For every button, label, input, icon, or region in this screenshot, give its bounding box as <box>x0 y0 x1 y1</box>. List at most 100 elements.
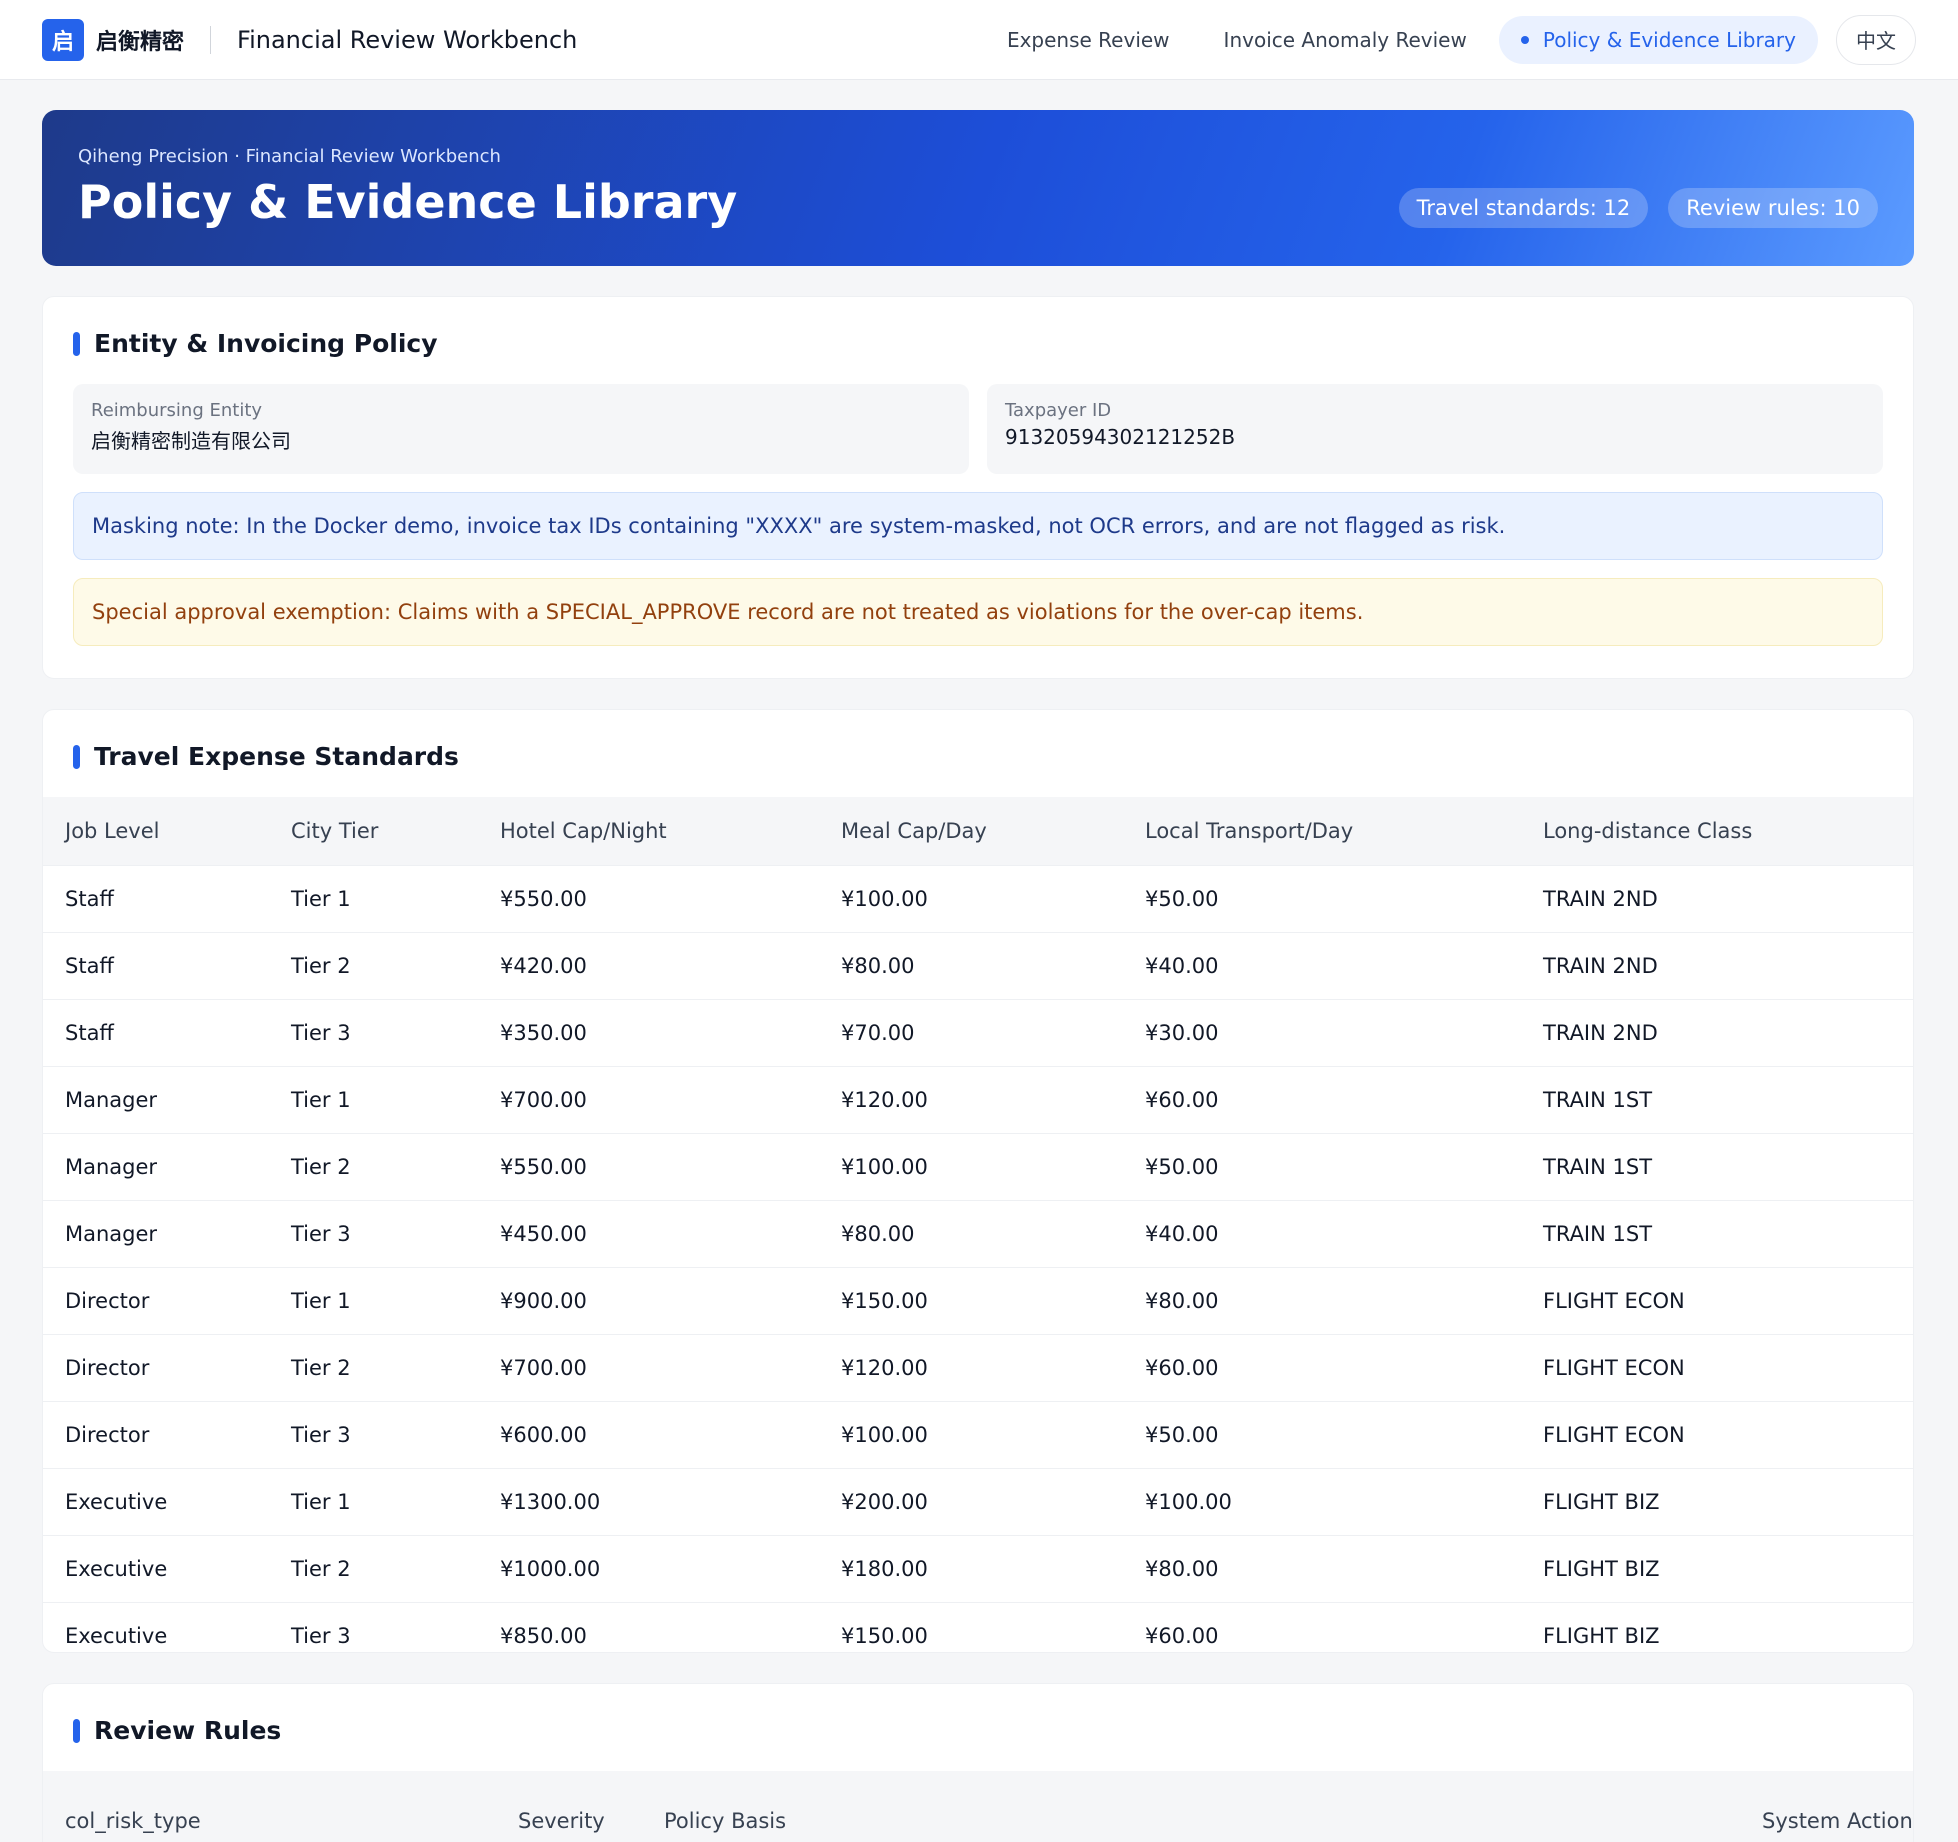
table-cell: ¥50.00 <box>1123 1132 1521 1200</box>
table-cell: ¥60.00 <box>1123 1601 1521 1652</box>
nav-label: Policy & Evidence Library <box>1542 27 1796 52</box>
table-cell: Executive <box>43 1534 269 1602</box>
table-cell: Tier 2 <box>269 1333 478 1401</box>
table-cell: ¥180.00 <box>819 1534 1123 1602</box>
table-cell: Tier 3 <box>269 1400 478 1468</box>
table-row: Executive Tier 2 ¥1000.00 ¥180.00 ¥80.00 FLIG… <box>43 1534 1913 1602</box>
table-row: Manager Tier 2 ¥550.00 ¥100.00 ¥50.00 TRAIN 1… <box>43 1132 1913 1200</box>
table-cell: ¥60.00 <box>1123 1065 1521 1133</box>
travel-standards-card: Travel Expense Standards Job Level City T… <box>42 709 1914 1653</box>
section-title: Travel Expense Standards <box>43 710 1913 771</box>
table-row: Staff Tier 3 ¥350.00 ¥70.00 ¥30.00 TRAIN 2ND <box>43 998 1913 1066</box>
column-header: System Action <box>1740 1771 1913 1842</box>
review-rules-card: Review Rules col_risk_type Severity Policy… <box>42 1683 1914 1842</box>
table-cell: ¥50.00 <box>1123 864 1521 932</box>
table-cell: ¥120.00 <box>819 1065 1123 1133</box>
table-cell: ¥100.00 <box>819 1400 1123 1468</box>
table-cell: FLIGHT ECON <box>1521 1400 1913 1468</box>
page-hero: Qiheng Precision · Financial Review Work… <box>42 110 1914 266</box>
table-cell: FLIGHT BIZ <box>1521 1534 1913 1602</box>
table-cell: ¥100.00 <box>819 864 1123 932</box>
section-accent-bar <box>73 1718 80 1743</box>
table-cell: Manager <box>43 1065 269 1133</box>
column-header: Meal Cap/Day <box>819 797 1123 865</box>
table-cell: TRAIN 1ST <box>1521 1199 1913 1267</box>
column-header: Local Transport/Day <box>1123 797 1521 865</box>
table-cell: ¥550.00 <box>478 1132 819 1200</box>
column-header: col_risk_type <box>43 1771 496 1842</box>
column-header: Policy Basis <box>642 1771 1740 1842</box>
table-cell: ¥30.00 <box>1123 998 1521 1066</box>
app-logo: 启 <box>42 18 84 61</box>
table-cell: ¥1300.00 <box>478 1467 819 1535</box>
table-cell: TRAIN 1ST <box>1521 1132 1913 1200</box>
table-cell: Director <box>43 1400 269 1468</box>
table-cell: TRAIN 2ND <box>1521 998 1913 1066</box>
table-cell: ¥150.00 <box>819 1601 1123 1652</box>
table-cell: ¥700.00 <box>478 1333 819 1401</box>
table-cell: Tier 1 <box>269 1266 478 1334</box>
table-row: Staff Tier 2 ¥420.00 ¥80.00 ¥40.00 TRAIN 2ND <box>43 931 1913 999</box>
column-header: Long-distance Class <box>1521 797 1913 865</box>
table-cell: ¥100.00 <box>1123 1467 1521 1535</box>
table-cell: ¥1000.00 <box>478 1534 819 1602</box>
table-row: Manager Tier 3 ¥450.00 ¥80.00 ¥40.00 TRAIN 1S… <box>43 1199 1913 1267</box>
table-cell: ¥850.00 <box>478 1601 819 1652</box>
table-cell: ¥80.00 <box>819 931 1123 999</box>
table-cell: ¥420.00 <box>478 931 819 999</box>
table-cell: ¥40.00 <box>1123 1199 1521 1267</box>
table-cell: ¥350.00 <box>478 998 819 1066</box>
table-cell: FLIGHT BIZ <box>1521 1601 1913 1652</box>
table-cell: Executive <box>43 1467 269 1535</box>
table-cell: ¥600.00 <box>478 1400 819 1468</box>
column-header: Job Level <box>43 797 269 865</box>
review-rules-count-badge: Review rules: 10 <box>1668 188 1878 228</box>
table-header-row: Job Level City Tier Hotel Cap/Night Meal Ca… <box>43 797 1913 865</box>
table-cell: Executive <box>43 1601 269 1652</box>
table-cell: FLIGHT ECON <box>1521 1333 1913 1401</box>
table-cell: Director <box>43 1333 269 1401</box>
table-cell: Staff <box>43 864 269 932</box>
table-body: Staff Tier 1 ¥550.00 ¥100.00 ¥50.00 TRAIN 2ND… <box>43 864 1913 1652</box>
hero-stats: Travel standards: 12 Review rules: 10 <box>1379 188 1878 228</box>
column-header: Hotel Cap/Night <box>478 797 819 865</box>
section-accent-bar <box>73 331 80 356</box>
table-cell: Tier 3 <box>269 1199 478 1267</box>
table-header-row: col_risk_type Severity Policy Basis System … <box>43 1771 1913 1842</box>
table-cell: ¥50.00 <box>1123 1400 1521 1468</box>
review-rules-table: col_risk_type Severity Policy Basis System … <box>43 1771 1913 1842</box>
section-accent-bar <box>73 744 80 769</box>
table-cell: Staff <box>43 998 269 1066</box>
field-label: Reimbursing Entity <box>91 400 263 421</box>
table-cell: ¥120.00 <box>819 1333 1123 1401</box>
active-dot-icon <box>1520 35 1529 44</box>
hero-subtitle: Qiheng Precision · Financial Review Work… <box>78 146 501 167</box>
top-navbar: 启 启衡精密 Financial Review Workbench Expens… <box>0 0 1958 80</box>
table-cell: ¥70.00 <box>819 998 1123 1066</box>
brand-name: 启衡精密 <box>96 29 185 55</box>
travel-standards-table: Job Level City Tier Hotel Cap/Night Meal Ca… <box>43 797 1913 1652</box>
table-cell: TRAIN 1ST <box>1521 1065 1913 1133</box>
table-row: Director Tier 1 ¥900.00 ¥150.00 ¥80.00 FLIGHT… <box>43 1266 1913 1334</box>
nav-label: Invoice Anomaly Review <box>1223 27 1467 52</box>
table-cell: Tier 1 <box>269 1467 478 1535</box>
main-nav: Expense Review Invoice Anomaly Review Po… <box>975 14 1916 65</box>
table-cell: ¥100.00 <box>819 1132 1123 1200</box>
nav-policy-evidence-library[interactable]: Policy & Evidence Library <box>1498 15 1818 64</box>
table-cell: TRAIN 2ND <box>1521 864 1913 932</box>
table-cell: ¥550.00 <box>478 864 819 932</box>
section-title-text: Entity & Invoicing Policy <box>94 329 438 358</box>
brand-divider <box>210 25 212 54</box>
language-toggle-button[interactable]: 中文 <box>1836 14 1916 65</box>
field-label: Taxpayer ID <box>1005 400 1112 421</box>
table-cell: ¥60.00 <box>1123 1333 1521 1401</box>
nav-expense-review[interactable]: Expense Review <box>985 16 1192 64</box>
nav-invoice-anomaly-review[interactable]: Invoice Anomaly Review <box>1202 16 1489 64</box>
table-cell: TRAIN 2ND <box>1521 931 1913 999</box>
table-cell: Tier 3 <box>269 1601 478 1652</box>
brand[interactable]: 启 启衡精密 Financial Review Workbench <box>42 18 577 61</box>
table-cell: ¥40.00 <box>1123 931 1521 999</box>
table-header: col_risk_type Severity Policy Basis System … <box>43 1771 1913 1842</box>
table-cell: FLIGHT BIZ <box>1521 1467 1913 1535</box>
entity-policy-card: Entity & Invoicing Policy Reimbursing En… <box>42 296 1914 679</box>
